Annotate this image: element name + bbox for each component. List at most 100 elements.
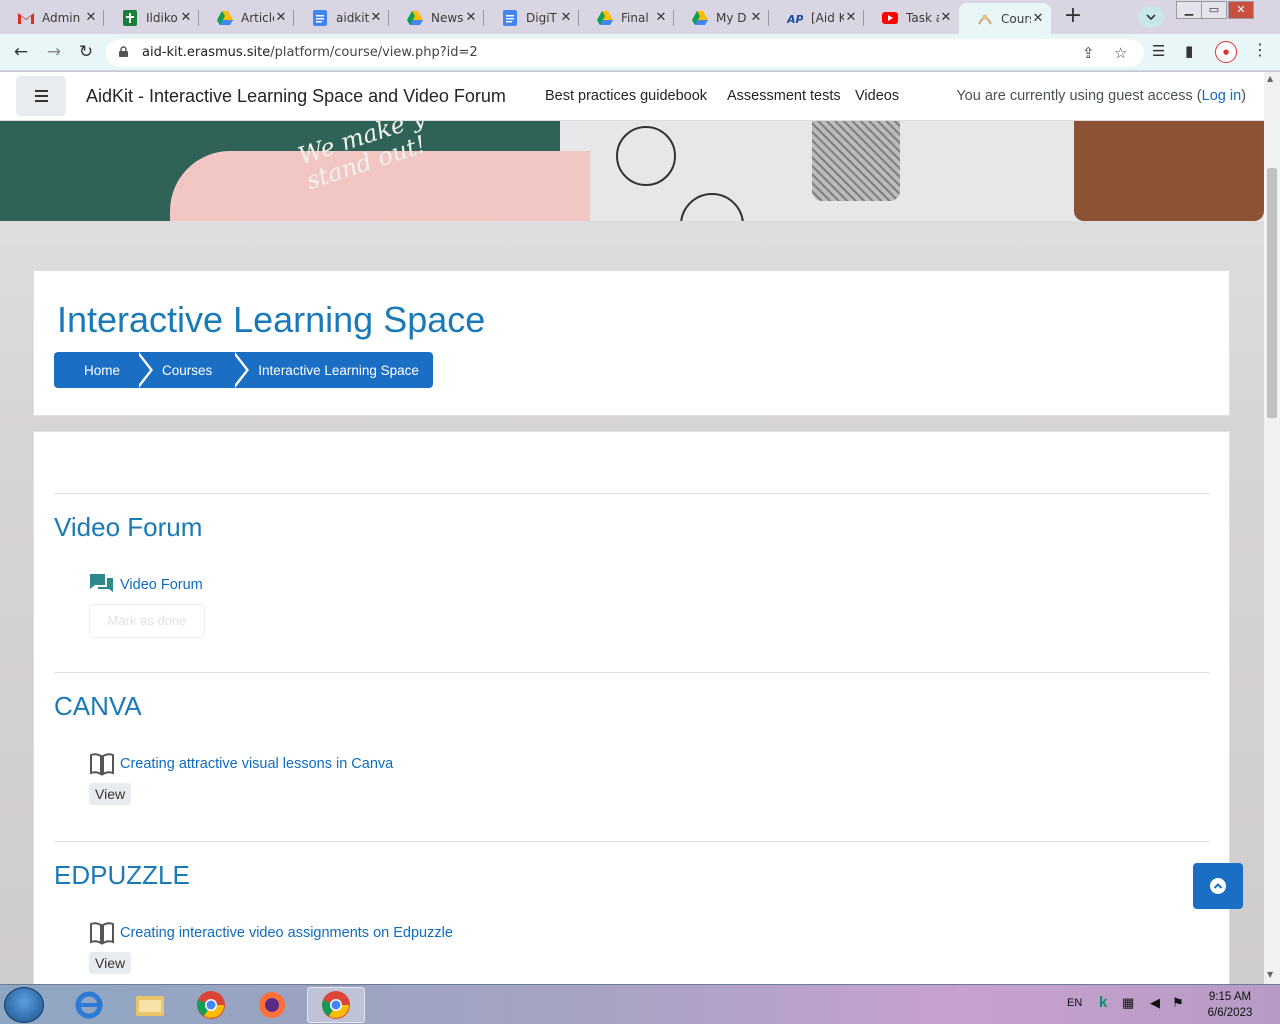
chrome-icon[interactable] xyxy=(182,987,240,1023)
clock-date: 6/6/2023 xyxy=(1207,1007,1253,1019)
scroll-down-arrow-icon[interactable]: ▼ xyxy=(1267,970,1273,979)
maximize-button[interactable]: ▭ xyxy=(1201,1,1227,19)
moodle-icon xyxy=(977,11,993,27)
login-link[interactable]: Log in xyxy=(1202,88,1242,104)
breadcrumb-home[interactable]: Home xyxy=(54,352,154,388)
sheets-icon xyxy=(122,9,138,26)
network-icon[interactable]: ▦ xyxy=(1122,995,1134,1011)
internet-explorer-icon[interactable] xyxy=(60,987,118,1023)
hamburger-menu-button[interactable] xyxy=(16,76,66,116)
scrollbar-thumb[interactable] xyxy=(1267,168,1277,418)
browser-tab[interactable]: Admin ✕ xyxy=(0,3,104,32)
close-icon[interactable]: ✕ xyxy=(84,10,98,25)
page-scrollbar[interactable]: ▲ ▼ xyxy=(1264,72,1280,984)
browser-tab[interactable]: Ildiko ✕ xyxy=(104,3,199,32)
reload-icon[interactable]: ↻ xyxy=(75,42,97,64)
gmail-icon xyxy=(18,10,34,26)
activity-link[interactable]: Creating interactive video assignments o… xyxy=(120,925,453,941)
activity-video-forum[interactable]: Video Forum xyxy=(89,572,203,598)
docs-icon xyxy=(502,9,518,26)
activity-edpuzzle[interactable]: Creating interactive video assignments o… xyxy=(89,920,453,946)
docs-icon xyxy=(312,9,328,26)
section-divider xyxy=(54,672,1210,673)
new-tab-button[interactable]: + xyxy=(1060,5,1086,28)
nav-link-assessment[interactable]: Assessment tests xyxy=(727,88,841,104)
chrome-active-icon[interactable] xyxy=(307,987,365,1023)
activity-canva[interactable]: Creating attractive visual lessons in Ca… xyxy=(89,751,393,777)
mark-as-done-button[interactable]: Mark as done xyxy=(89,604,205,638)
view-badge: View xyxy=(89,783,132,805)
start-button[interactable] xyxy=(4,987,44,1023)
forward-arrow-icon[interactable]: → xyxy=(43,42,65,64)
page-viewport: We make y stand out! AidKit - Interactive… xyxy=(0,72,1280,984)
close-icon[interactable]: ✕ xyxy=(559,10,573,25)
breadcrumb: Home Courses Interactive Learning Space xyxy=(54,352,433,388)
site-name[interactable]: AidKit - Interactive Learning Space and … xyxy=(86,86,506,107)
bookmark-star-icon[interactable]: ☆ xyxy=(1114,44,1127,62)
close-icon[interactable]: ✕ xyxy=(939,10,953,25)
close-icon[interactable]: ✕ xyxy=(274,10,288,25)
aidkit-icon: AP xyxy=(787,10,803,26)
volume-icon[interactable]: ◀ xyxy=(1150,995,1160,1011)
minimize-button[interactable]: ▁ xyxy=(1176,1,1202,19)
browser-tab[interactable]: My D ✕ xyxy=(674,3,769,32)
browser-tab[interactable]: Final ✕ xyxy=(579,3,674,32)
browser-tab-strip: Admin ✕ Ildiko ✕ Article ✕ aidkit ✕ News… xyxy=(0,0,1280,34)
lock-icon[interactable] xyxy=(118,46,129,57)
close-icon[interactable]: ✕ xyxy=(179,10,193,25)
browser-tab[interactable]: aidkit ✕ xyxy=(294,3,389,32)
close-icon[interactable]: ✕ xyxy=(464,10,478,25)
browser-tab[interactable]: DigiT ✕ xyxy=(484,3,579,32)
reading-list-icon[interactable]: ☰ xyxy=(1152,42,1165,60)
side-panel-icon[interactable]: ▮ xyxy=(1185,42,1193,60)
activity-link[interactable]: Video Forum xyxy=(120,577,203,593)
forum-icon xyxy=(90,574,113,592)
breadcrumb-current[interactable]: Interactive Learning Space xyxy=(232,352,433,388)
more-menu-icon[interactable]: ⋮ xyxy=(1252,40,1268,59)
profile-avatar[interactable]: ● xyxy=(1215,41,1237,63)
system-clock[interactable]: 9:15 AM 6/6/2023 xyxy=(1196,989,1264,1021)
close-icon[interactable]: ✕ xyxy=(1031,11,1045,26)
browser-tab[interactable]: Article ✕ xyxy=(199,3,294,32)
section-divider xyxy=(54,841,1210,842)
section-title-edpuzzle: EDPUZZLE xyxy=(54,860,190,890)
close-icon[interactable]: ✕ xyxy=(654,10,668,25)
share-icon[interactable]: ⇪ xyxy=(1082,44,1095,62)
url-path: /platform/course/view.php?id=2 xyxy=(270,45,478,60)
drive-icon xyxy=(217,10,233,26)
app-tray-icon[interactable]: k xyxy=(1099,994,1107,1011)
site-navbar: AidKit - Interactive Learning Space and … xyxy=(0,72,1264,121)
nav-link-guidebook[interactable]: Best practices guidebook xyxy=(545,88,707,104)
browser-tab-active[interactable]: Cours ✕ xyxy=(959,3,1051,34)
url-input[interactable]: aid-kit.erasmus.site/platform/course/vie… xyxy=(106,39,1144,67)
close-icon[interactable]: ✕ xyxy=(369,10,383,25)
chevron-up-icon xyxy=(1210,878,1226,894)
page-title: Interactive Learning Space xyxy=(57,299,486,340)
close-icon[interactable]: ✕ xyxy=(844,10,858,25)
section-divider xyxy=(54,493,1210,494)
browser-tab[interactable]: AP [Aid K ✕ xyxy=(769,3,864,32)
course-content: Video Forum Video Forum Mark as done CAN… xyxy=(33,431,1230,984)
url-domain: aid-kit.erasmus.site xyxy=(142,45,271,60)
nav-link-videos[interactable]: Videos xyxy=(855,88,899,104)
browser-tab[interactable]: Task a ✕ xyxy=(864,3,959,32)
scroll-up-arrow-icon[interactable]: ▲ xyxy=(1267,74,1273,83)
action-center-flag-icon[interactable]: ⚑ xyxy=(1172,995,1184,1011)
browser-tab[interactable]: News ✕ xyxy=(389,3,484,32)
youtube-icon xyxy=(882,10,898,26)
close-icon[interactable]: ✕ xyxy=(749,10,763,25)
windows-taskbar: EN k ▦ ◀ ⚑ 9:15 AM 6/6/2023 xyxy=(0,984,1280,1024)
hero-image: We make y stand out! xyxy=(0,121,1264,221)
tab-search-button[interactable] xyxy=(1138,6,1164,28)
drive-icon xyxy=(407,10,423,26)
section-title-canva: CANVA xyxy=(54,691,142,721)
book-icon xyxy=(90,753,114,776)
language-indicator[interactable]: EN xyxy=(1067,997,1082,1009)
file-explorer-icon[interactable] xyxy=(121,987,179,1023)
back-to-top-button[interactable] xyxy=(1193,863,1243,909)
activity-link[interactable]: Creating attractive visual lessons in Ca… xyxy=(120,756,393,772)
guest-access-notice: You are currently using guest access (Lo… xyxy=(956,88,1246,104)
back-arrow-icon[interactable]: ← xyxy=(10,42,32,64)
close-window-button[interactable]: ✕ xyxy=(1228,1,1254,19)
firefox-icon[interactable] xyxy=(243,987,301,1023)
